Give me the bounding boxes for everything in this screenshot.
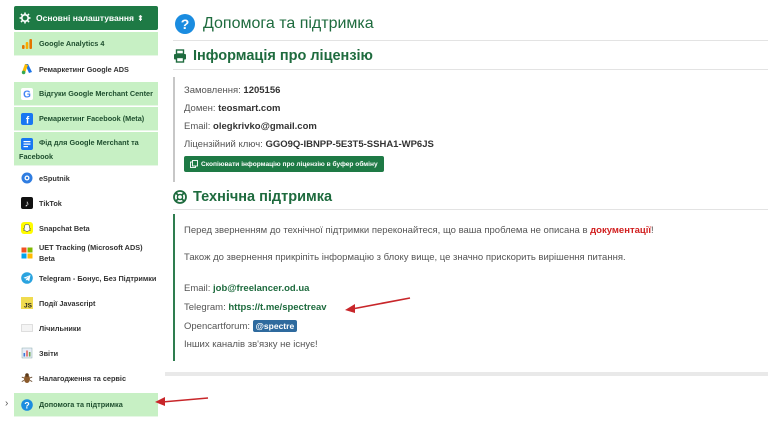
annotation-arrow-help-item: [155, 397, 209, 406]
annotation-arrows: [155, 297, 411, 406]
annotation-arrow-telegram: [345, 297, 411, 313]
